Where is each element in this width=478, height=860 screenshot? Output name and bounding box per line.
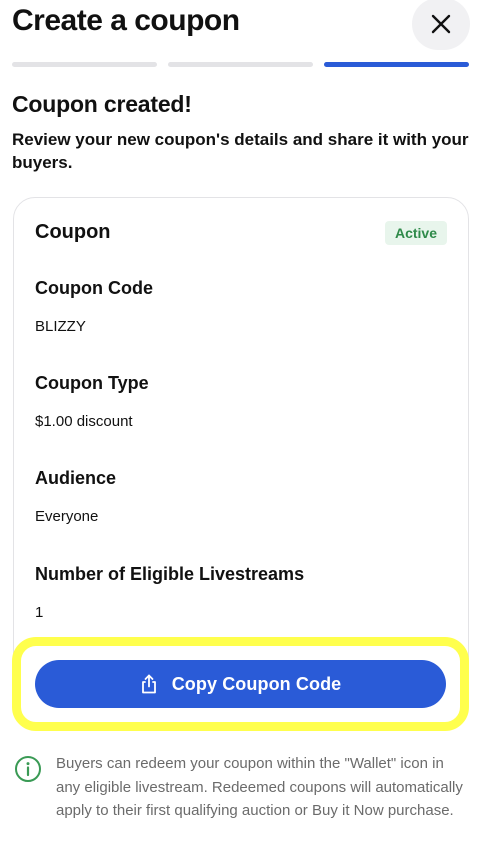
field-value: BLIZZY <box>35 318 86 335</box>
progress-step-2 <box>168 62 313 67</box>
close-icon <box>431 14 451 34</box>
field-value: $1.00 discount <box>35 413 133 430</box>
success-title: Coupon created! <box>12 91 192 117</box>
share-icon <box>141 674 156 694</box>
copy-button-label: Copy Coupon Code <box>171 673 342 694</box>
field-label: Coupon Code <box>35 278 153 298</box>
field-label: Audience <box>35 468 117 488</box>
progress-step-3 <box>324 62 469 67</box>
coupon-card-heading: Coupon <box>35 221 111 243</box>
field-coupon-type: Coupon Type $1.00 discount <box>35 373 149 430</box>
success-description: Review your new coupon's details and sha… <box>12 130 469 172</box>
page-title: Create a coupon <box>12 4 240 37</box>
info-text: Buyers can redeem your coupon within the… <box>56 755 463 819</box>
step-progress <box>12 62 469 67</box>
copy-coupon-code-button[interactable]: Copy Coupon Code <box>35 660 446 708</box>
status-badge: Active <box>384 221 447 245</box>
progress-step-1 <box>12 62 157 67</box>
highlight-box: Copy Coupon Code <box>12 637 469 731</box>
field-label: Number of Eligible Livestreams <box>35 564 305 584</box>
header: Create a coupon <box>12 0 470 50</box>
field-coupon-code: Coupon Code BLIZZY <box>35 278 153 335</box>
field-value: Everyone <box>35 508 99 525</box>
field-eligible-livestreams: Number of Eligible Livestreams 1 <box>35 564 304 621</box>
close-button[interactable] <box>412 0 470 50</box>
info-icon <box>15 756 41 782</box>
field-audience: Audience Everyone <box>35 468 116 525</box>
field-label: Coupon Type <box>35 373 149 393</box>
field-value: 1 <box>35 604 44 621</box>
